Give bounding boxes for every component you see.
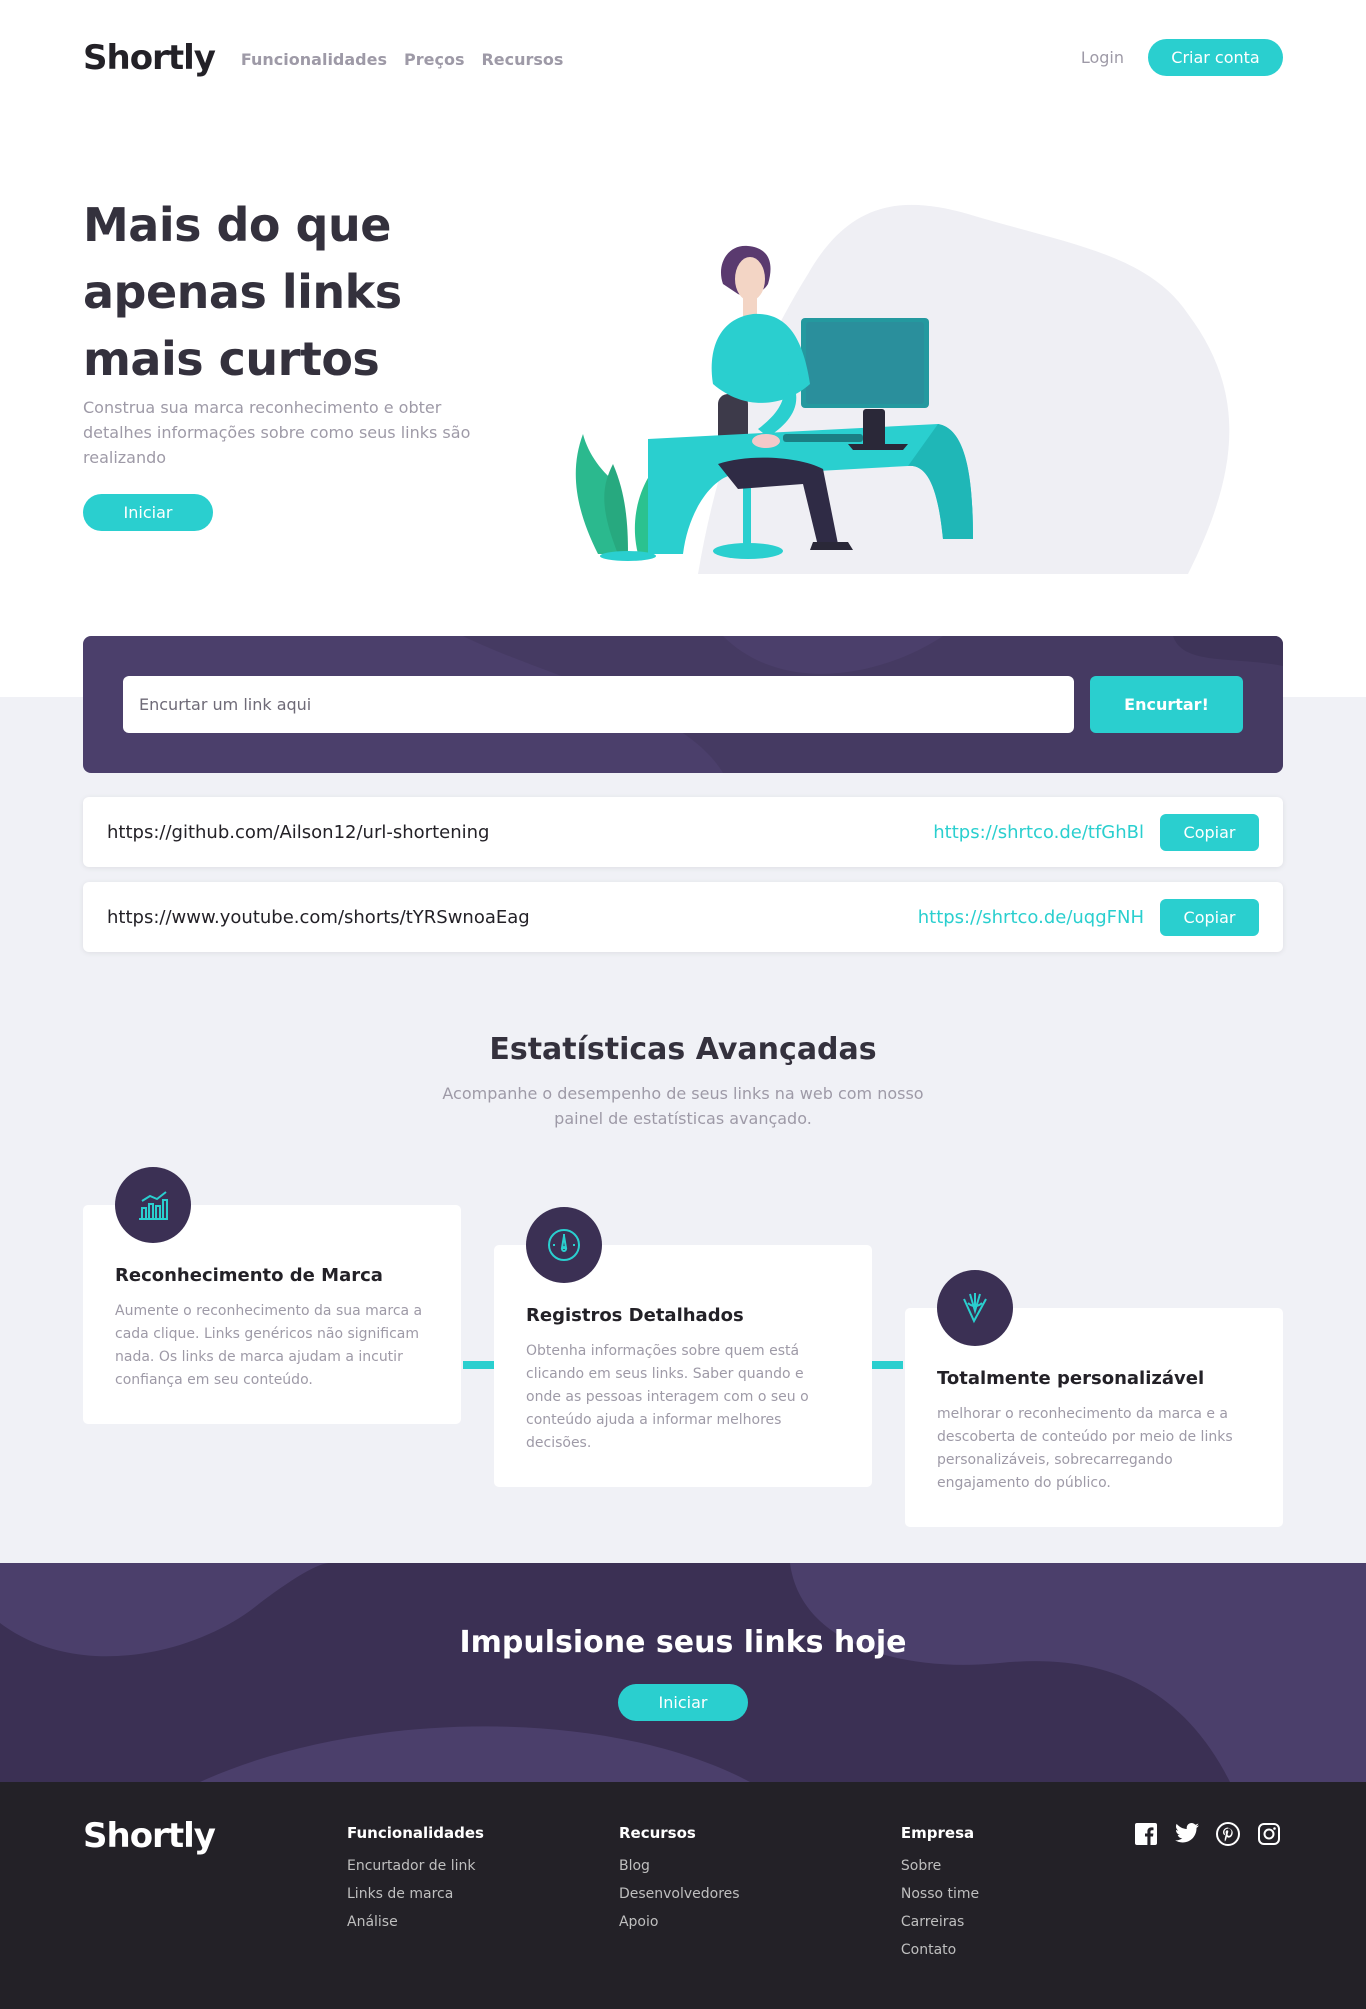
shorten-url-input[interactable] xyxy=(123,676,1074,733)
footer-logo[interactable]: Shortly xyxy=(83,1816,347,1958)
shortener-section: Encurtar! https://github.com/Ailson12/ur… xyxy=(0,636,1366,952)
working-person-illustration xyxy=(575,204,1230,574)
login-link[interactable]: Login xyxy=(1081,48,1124,67)
pinterest-icon[interactable] xyxy=(1216,1822,1242,1848)
footer-column-title: Empresa xyxy=(900,1824,975,1842)
advanced-statistics-section: Estatísticas Avançadas Acompanhe o desem… xyxy=(0,1032,1366,1555)
stats-subtitle: Acompanhe o desempenho de seus links na … xyxy=(442,1084,924,1128)
footer-link[interactable]: Apoio xyxy=(619,1914,901,1930)
signup-button[interactable]: Criar conta xyxy=(1148,39,1283,76)
boost-title: Impulsione seus links hoje xyxy=(459,1625,907,1660)
shorten-button[interactable]: Encurtar! xyxy=(1090,676,1243,733)
footer-link[interactable]: Links de marca xyxy=(347,1886,619,1902)
card-text: Aumente o reconhecimento da sua marca a … xyxy=(115,1303,423,1388)
footer-link[interactable]: Contato xyxy=(901,1942,1134,1958)
footer-column-company: Empresa Sobre Nosso time Carreiras Conta… xyxy=(901,1816,1134,1958)
hero-title: Mais do que apenas links mais curtos xyxy=(83,198,402,386)
footer-link[interactable]: Encurtador de link xyxy=(347,1858,619,1874)
card-title: Reconhecimento de Marca xyxy=(115,1265,383,1286)
original-url: https://github.com/Ailson12/url-shorteni… xyxy=(107,821,490,843)
card-text: Obtenha informações sobre quem está clic… xyxy=(526,1343,809,1451)
nav-item-precos[interactable]: Preços xyxy=(404,50,464,69)
hero-section: Mais do que apenas links mais curtos Con… xyxy=(0,115,1366,636)
copy-button[interactable]: Copiar xyxy=(1160,898,1259,936)
nav-item-recursos[interactable]: Recursos xyxy=(481,50,563,69)
nav-item-funcionalidades[interactable]: Funcionalidades xyxy=(241,50,387,69)
auth-area: Login Criar conta xyxy=(1081,39,1283,76)
social-links xyxy=(1134,1822,1283,1958)
original-url: https://www.youtube.com/shorts/tYRSwnoaE… xyxy=(107,906,530,928)
instagram-icon[interactable] xyxy=(1257,1822,1283,1848)
footer-link[interactable]: Análise xyxy=(347,1914,619,1930)
stat-card-brand-recognition: Reconhecimento de Marca Aumente o reconh… xyxy=(83,1167,461,1424)
card-title: Totalmente personalizável xyxy=(937,1368,1205,1389)
stats-cards: Reconhecimento de Marca Aumente o reconh… xyxy=(83,1165,1283,1555)
hero-description: Construa sua marca reconhecimento e obte… xyxy=(83,398,471,467)
short-url[interactable]: https://shrtco.de/uqgFNH xyxy=(918,907,1144,928)
card-title: Registros Detalhados xyxy=(526,1305,744,1326)
footer-link[interactable]: Carreiras xyxy=(901,1914,1134,1930)
hero-start-button[interactable]: Iniciar xyxy=(83,494,213,531)
short-url[interactable]: https://shrtco.de/tfGhBl xyxy=(933,822,1144,843)
footer-link[interactable]: Blog xyxy=(619,1858,901,1874)
bar-chart-icon xyxy=(115,1167,191,1243)
card-text: melhorar o reconhecimento da marca e a d… xyxy=(937,1406,1233,1491)
footer-column-title: Funcionalidades xyxy=(347,1824,484,1842)
shortener-box: Encurtar! xyxy=(83,636,1283,773)
boost-start-button[interactable]: Iniciar xyxy=(618,1684,748,1721)
footer-column-resources: Recursos Blog Desenvolvedores Apoio xyxy=(619,1816,901,1958)
site-footer: Shortly Funcionalidades Encurtador de li… xyxy=(0,1782,1366,2009)
boost-section: Impulsione seus links hoje Iniciar xyxy=(0,1563,1366,1782)
footer-column-title: Recursos xyxy=(618,1824,696,1842)
twitter-icon[interactable] xyxy=(1175,1822,1201,1848)
footer-link[interactable]: Sobre xyxy=(901,1858,1134,1874)
hero-text: Mais do que apenas links mais curtos Con… xyxy=(83,192,503,531)
facebook-icon[interactable] xyxy=(1134,1822,1160,1848)
brush-tools-icon xyxy=(937,1270,1013,1346)
logo[interactable]: Shortly xyxy=(83,38,216,78)
copy-button[interactable]: Copiar xyxy=(1160,813,1259,851)
result-row: https://www.youtube.com/shorts/tYRSwnoaE… xyxy=(83,882,1283,952)
gauge-icon xyxy=(526,1207,602,1283)
boost-background-shape xyxy=(0,1563,1366,1782)
stat-card-detailed-records: Registros Detalhados Obtenha informações… xyxy=(494,1207,872,1487)
footer-column-features: Funcionalidades Encurtador de link Links… xyxy=(347,1816,619,1958)
stat-card-fully-customizable: Totalmente personalizável melhorar o rec… xyxy=(905,1270,1283,1527)
site-header: Shortly Funcionalidades Preços Recursos … xyxy=(0,0,1366,115)
stats-title: Estatísticas Avançadas xyxy=(489,1032,877,1067)
footer-link[interactable]: Desenvolvedores xyxy=(619,1886,901,1902)
result-row: https://github.com/Ailson12/url-shorteni… xyxy=(83,797,1283,867)
footer-link[interactable]: Nosso time xyxy=(901,1886,1134,1902)
main-nav: Funcionalidades Preços Recursos xyxy=(241,50,564,69)
